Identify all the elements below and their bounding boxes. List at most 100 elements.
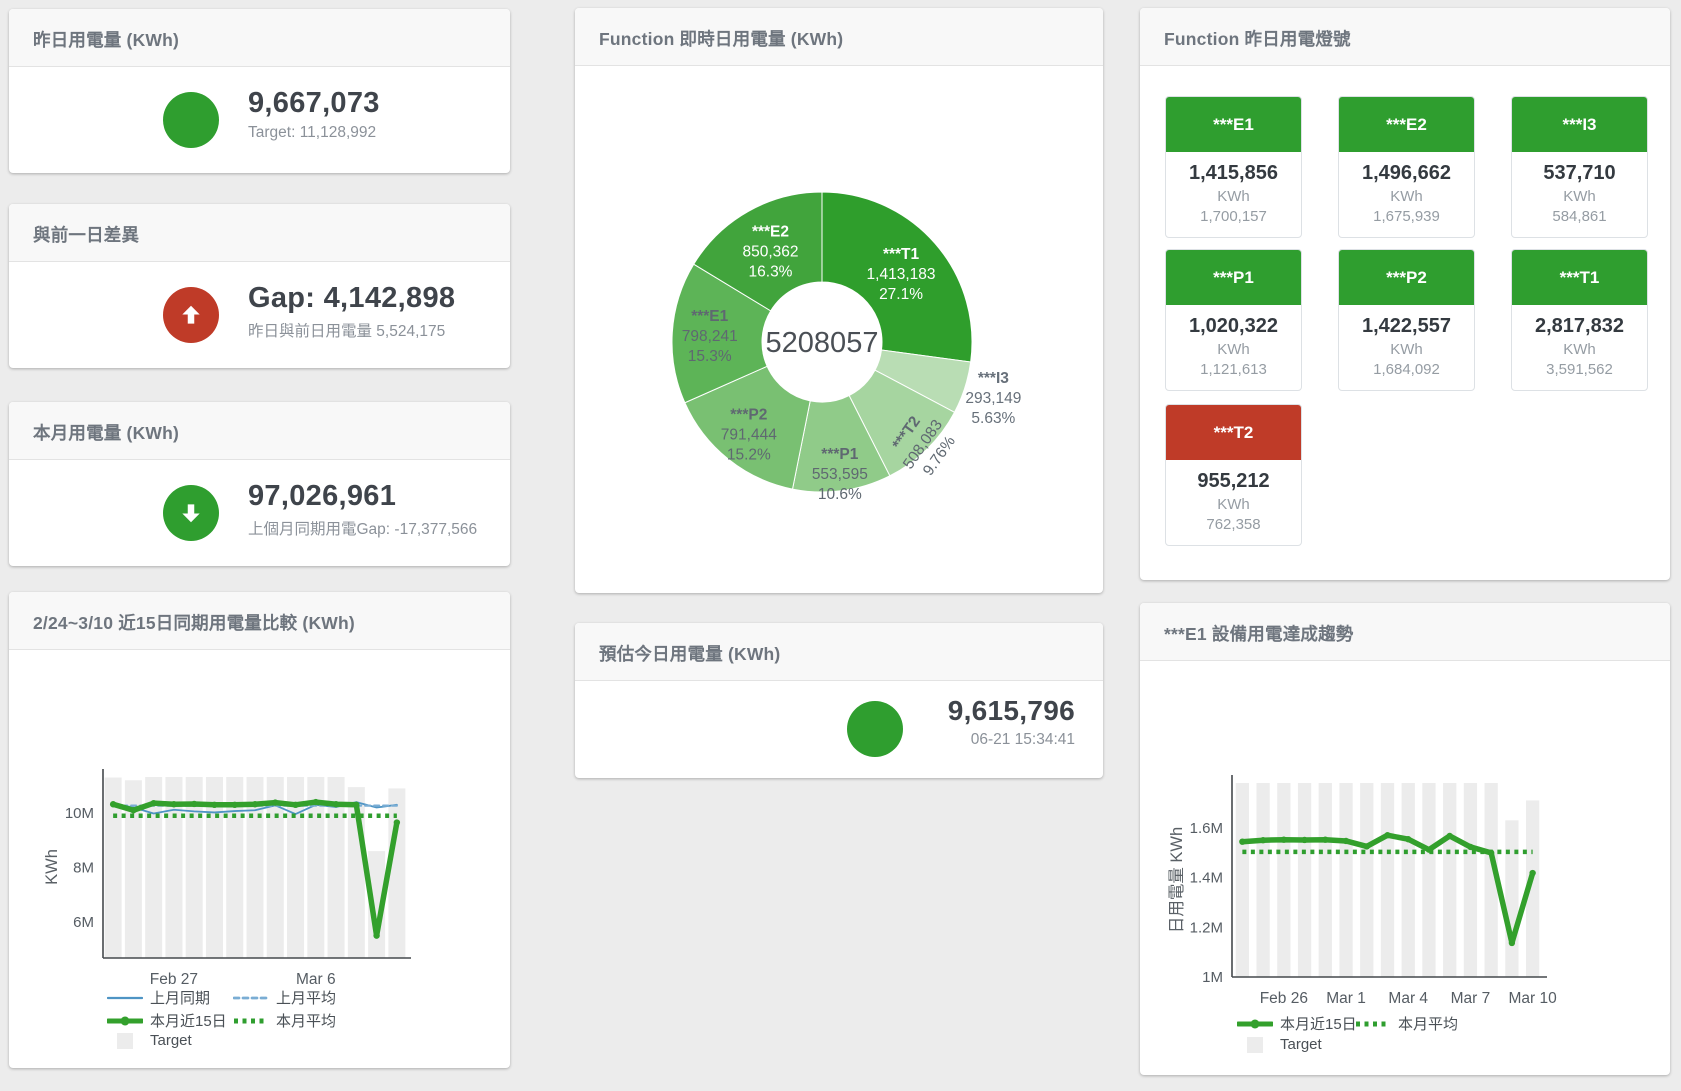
legend-row: Target [9, 1032, 510, 1052]
tile-label: ***T2 [1166, 405, 1301, 460]
status-tile: ***E11,415,856KWh1,700,157 [1165, 96, 1302, 238]
kpi-subtitle: Target: 11,128,992 [248, 124, 380, 142]
series-marker [1364, 843, 1370, 849]
target-bar [1402, 783, 1415, 977]
legend-item[interactable]: Target [1237, 1036, 1322, 1053]
series-marker [1467, 844, 1473, 850]
series-marker [130, 807, 136, 813]
status-tile: ***T12,817,832KWh3,591,562 [1511, 249, 1648, 391]
series-marker [1301, 837, 1307, 843]
legend-item[interactable]: 上月平均 [233, 987, 336, 1008]
legend-label: 上月同期 [150, 987, 210, 1008]
kpi-subtitle: 上個月同期用電Gap: -17,377,566 [248, 517, 477, 539]
card-title: Function 昨日用電燈號 [1140, 8, 1670, 66]
donut-chart-svg: ***T11,413,18327.1%***I3293,1495.63%***T… [575, 66, 1103, 593]
x-tick-label: Mar 7 [1451, 990, 1491, 1007]
tile-unit: KWh [1341, 188, 1472, 205]
status-tile: ***T2955,212KWh762,358 [1165, 404, 1302, 546]
card-month-usage: 本月用電量 (KWh) 97,026,961 上個月同期用電Gap: -17,3… [9, 402, 510, 566]
series-marker [1529, 870, 1535, 876]
legend-item[interactable]: 本月近15日 [1237, 1013, 1357, 1034]
tile-unit: KWh [1514, 188, 1645, 205]
legend-label: 本月平均 [1398, 1013, 1458, 1034]
legend-row: 本月近15日 本月平均 [1140, 1013, 1670, 1033]
tile-unit: KWh [1514, 341, 1645, 358]
series-marker [1260, 837, 1266, 843]
x-tick-label: Mar 4 [1388, 990, 1428, 1007]
card-yesterday-usage: 昨日用電量 (KWh) 9,667,073 Target: 11,128,992 [9, 9, 510, 173]
donut-center-total: 5208057 [766, 327, 879, 359]
tile-target: 1,700,157 [1168, 208, 1299, 225]
legend-item[interactable]: 本月平均 [1355, 1013, 1458, 1034]
legend-label: 本月平均 [276, 1010, 336, 1031]
tile-target: 584,861 [1514, 208, 1645, 225]
card-title: ***E1 設備用電達成趨勢 [1140, 603, 1670, 661]
legend-label: 上月平均 [276, 987, 336, 1008]
tile-target: 3,591,562 [1514, 361, 1645, 378]
card-day-gap: 與前一日差異 Gap: 4,142,898 昨日與前日用電量 5,524,175 [9, 204, 510, 368]
tile-value: 537,710 [1514, 162, 1645, 185]
series-marker [353, 802, 359, 808]
y-tick-label: 1M [1202, 969, 1223, 986]
card-title: 本月用電量 (KWh) [9, 402, 510, 460]
tile-value: 1,496,662 [1341, 162, 1472, 185]
legend-item[interactable]: Target [107, 1032, 192, 1049]
target-bar [1298, 783, 1311, 977]
series-marker [1281, 837, 1287, 843]
tile-target: 1,675,939 [1341, 208, 1472, 225]
y-tick-label: 6M [73, 914, 94, 931]
series-marker [1239, 838, 1245, 844]
donut-slice-label: ***I3293,1495.63% [965, 370, 1021, 427]
series-marker [272, 799, 278, 805]
status-tile: ***P11,020,322KWh1,121,613 [1165, 249, 1302, 391]
tile-unit: KWh [1168, 496, 1299, 513]
series-marker [1322, 837, 1328, 843]
tile-label: ***E1 [1166, 97, 1301, 152]
tile-label: ***T1 [1512, 250, 1647, 305]
kpi-value: 9,615,796 [948, 695, 1075, 727]
x-tick-label: Mar 6 [296, 971, 336, 988]
tile-label: ***P2 [1339, 250, 1474, 305]
tile-value: 1,020,322 [1168, 315, 1299, 338]
y-axis-title: 日用電量 KWh [1168, 827, 1186, 933]
card-status-lights: Function 昨日用電燈號 ***E11,415,856KWh1,700,1… [1140, 8, 1670, 580]
legend-item[interactable]: 本月平均 [233, 1010, 336, 1031]
legend-row: 本月近15日 本月平均 [9, 1010, 510, 1030]
series-marker [333, 801, 339, 807]
card-title: 昨日用電量 (KWh) [9, 9, 510, 67]
series-marker [1384, 832, 1390, 838]
series-marker [150, 800, 156, 806]
x-tick-label: Mar 10 [1509, 990, 1558, 1007]
series-marker [191, 801, 197, 807]
card-15day-comparison-chart: 2/24~3/10 近15日同期用電量比較 (KWh) 6M8M10MFeb 2… [9, 592, 510, 1068]
y-tick-label: 1.4M [1190, 870, 1223, 887]
tile-target: 1,684,092 [1341, 361, 1472, 378]
series-marker [292, 802, 298, 808]
y-tick-label: 1.6M [1190, 820, 1223, 837]
kpi-value: 97,026,961 [248, 480, 477, 513]
series-marker [394, 819, 400, 825]
series-marker [1488, 850, 1494, 856]
legend-swatch-icon [233, 1013, 269, 1029]
legend-label: 本月近15日 [1280, 1013, 1357, 1034]
tile-unit: KWh [1168, 341, 1299, 358]
status-tile: ***I3537,710KWh584,861 [1511, 96, 1648, 238]
legend-item[interactable]: 上月同期 [107, 987, 210, 1008]
target-bar [1277, 783, 1290, 977]
kpi-value: Gap: 4,142,898 [248, 282, 455, 315]
card-realtime-donut: Function 即時日用電量 (KWh) ***T11,413,18327.1… [575, 8, 1103, 593]
x-tick-label: Feb 26 [1260, 990, 1308, 1007]
legend-swatch-icon [1237, 1016, 1273, 1032]
kpi-subtitle: 昨日與前日用電量 5,524,175 [248, 319, 455, 341]
y-tick-label: 10M [65, 805, 94, 822]
series-marker [211, 802, 217, 808]
target-bar [1464, 783, 1477, 977]
trend-chart: 1M1.2M1.4M1.6MFeb 26Mar 1Mar 4Mar 7Mar 1… [1140, 661, 1670, 1075]
legend-label: Target [150, 1032, 192, 1049]
card-title: 2/24~3/10 近15日同期用電量比較 (KWh) [9, 592, 510, 650]
card-title: 與前一日差異 [9, 204, 510, 262]
legend-item[interactable]: 本月近15日 [107, 1010, 227, 1031]
card-title: Function 即時日用電量 (KWh) [575, 8, 1103, 66]
series-marker [1447, 833, 1453, 839]
dashboard: 昨日用電量 (KWh) 9,667,073 Target: 11,128,992… [0, 0, 1681, 1091]
